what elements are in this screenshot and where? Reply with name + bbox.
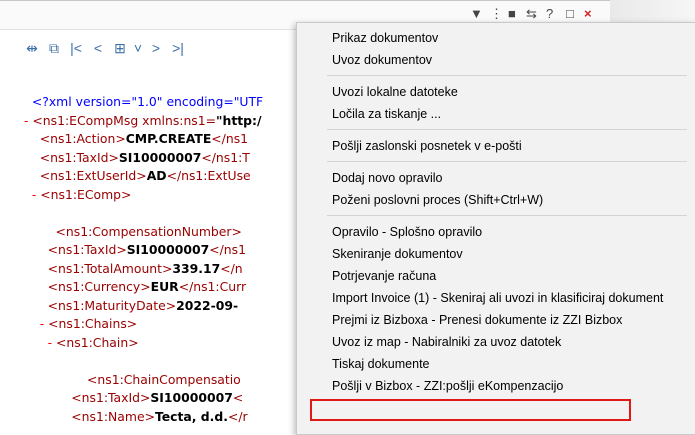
xml-val: CMP.CREATE xyxy=(125,131,212,146)
xml-tag: <ns1:Action> xyxy=(39,131,126,146)
menu-item[interactable]: Ločila za tiskanje ... xyxy=(297,103,695,125)
xml-tag: = xyxy=(205,112,217,128)
xml-tag: <ns1:Chain> xyxy=(56,334,139,350)
close-icon[interactable]: × xyxy=(584,7,592,21)
xml-tag: </n xyxy=(220,260,243,276)
collapse-toggle[interactable]: - xyxy=(24,316,48,331)
more-icon[interactable]: ⋮ xyxy=(490,7,503,21)
xml-val: 339.17 xyxy=(172,260,221,276)
xml-tag: </ns1 xyxy=(209,242,246,257)
xml-tag: < xyxy=(232,390,244,405)
menu-item[interactable]: Pošlji zaslonski posnetek v e-pošti xyxy=(297,135,695,157)
xml-tag: <ns1:ChainCompensatio xyxy=(87,371,241,387)
prev-page-icon[interactable]: < xyxy=(90,40,106,56)
menu-item[interactable]: Pošlji v Bizbox - ZZI:pošlji eKompenzaci… xyxy=(297,375,695,397)
menu-item[interactable]: Skeniranje dokumentov xyxy=(297,243,695,265)
xml-tag: <ns1:MaturityDate> xyxy=(47,297,177,313)
menu-separator xyxy=(327,129,687,130)
stop-icon[interactable]: ■ xyxy=(508,7,516,21)
help-icon[interactable]: ? xyxy=(546,7,553,21)
menu-item[interactable]: Uvoz iz map - Nabiralniki za uvoz datote… xyxy=(297,331,695,353)
menu-item[interactable]: Tiskaj dokumente xyxy=(297,353,695,375)
xml-tag: <ns1:Chains> xyxy=(48,316,138,331)
menu-separator xyxy=(327,161,687,162)
xml-tag: <ns1:CompensationNumber> xyxy=(55,223,242,239)
xml-tag: </ns1:Curr xyxy=(178,279,247,294)
first-page-icon[interactable]: |< xyxy=(68,40,84,56)
next-page-icon[interactable]: > xyxy=(148,40,164,56)
maximize-icon[interactable]: □ xyxy=(566,7,574,21)
xml-tag: <ns1:EComp> xyxy=(40,186,132,202)
menu-separator xyxy=(327,75,687,76)
zoom-icon[interactable]: ⧉ xyxy=(46,40,62,56)
menu-item[interactable]: Prejmi iz Bizboxa - Prenesi dokumente iz… xyxy=(297,309,695,331)
xml-val: Tecta, d.d. xyxy=(154,408,228,424)
xml-tag: </ns1 xyxy=(211,131,249,146)
xml-attr: xmlns:ns1 xyxy=(142,112,206,128)
xml-tag: <ns1:ExtUserId> xyxy=(39,168,147,183)
xml-tag: </ns1:T xyxy=(201,149,250,165)
xml-tag: <ns1:Name> xyxy=(71,408,155,424)
chevron-down-icon[interactable]: ˅ xyxy=(134,40,142,56)
xml-val: "http:/ xyxy=(216,112,262,128)
menu-item[interactable]: Uvoz dokumentov xyxy=(297,49,695,71)
viewer-toolbar: ⇹ ⧉ |< < ⊞ ˅ > >| xyxy=(0,35,324,61)
xml-tag: <ns1:TaxId> xyxy=(71,390,151,405)
window-edge xyxy=(610,0,695,22)
xml-tag: <ns1:TaxId> xyxy=(47,242,127,257)
menu-item[interactable]: Poženi poslovni proces (Shift+Ctrl+W) xyxy=(297,189,695,211)
xml-tag: <ns1:TaxId> xyxy=(39,149,119,165)
xml-val: SI10000007 xyxy=(118,149,202,165)
context-menu: Prikaz dokumentov Uvoz dokumentov Uvozi lo… xyxy=(296,22,695,435)
last-page-icon[interactable]: >| xyxy=(170,40,186,56)
xml-val: SI10000007 xyxy=(126,242,210,257)
menu-item[interactable]: Import Invoice (1) - Skeniraj ali uvozi … xyxy=(297,287,695,309)
collapse-toggle[interactable]: - xyxy=(24,335,56,350)
menu-item[interactable]: Dodaj novo opravilo xyxy=(297,167,695,189)
xml-tag: <ns1:Currency> xyxy=(47,279,151,294)
expand-collapse-icon[interactable]: ⇹ xyxy=(24,40,40,56)
xml-pi: <?xml version="1.0" encoding="UTF xyxy=(31,94,264,109)
xml-val: AD xyxy=(146,168,167,183)
xml-tag: </ns1:ExtUse xyxy=(166,168,251,183)
page-view-icon[interactable]: ⊞ xyxy=(112,40,128,56)
xml-tag: <ns1:ECompMsg xyxy=(32,112,143,128)
dropdown-icon[interactable]: ▼ xyxy=(470,7,483,21)
xml-tag: </r xyxy=(227,408,248,424)
xml-val: 2022-09- xyxy=(176,297,239,313)
swap-icon[interactable]: ⇆ xyxy=(526,7,537,21)
menu-item[interactable]: Uvozi lokalne datoteke xyxy=(297,81,695,103)
xml-val: SI10000007 xyxy=(150,390,233,405)
menu-separator xyxy=(327,215,687,216)
collapse-toggle[interactable]: - xyxy=(24,187,40,202)
xml-tag: <ns1:TotalAmount> xyxy=(47,260,173,276)
menu-item[interactable]: Opravilo - Splošno opravilo xyxy=(297,221,695,243)
xml-val: EUR xyxy=(150,279,179,294)
menu-item[interactable]: Prikaz dokumentov xyxy=(297,27,695,49)
menu-item[interactable]: Potrjevanje računa xyxy=(297,265,695,287)
